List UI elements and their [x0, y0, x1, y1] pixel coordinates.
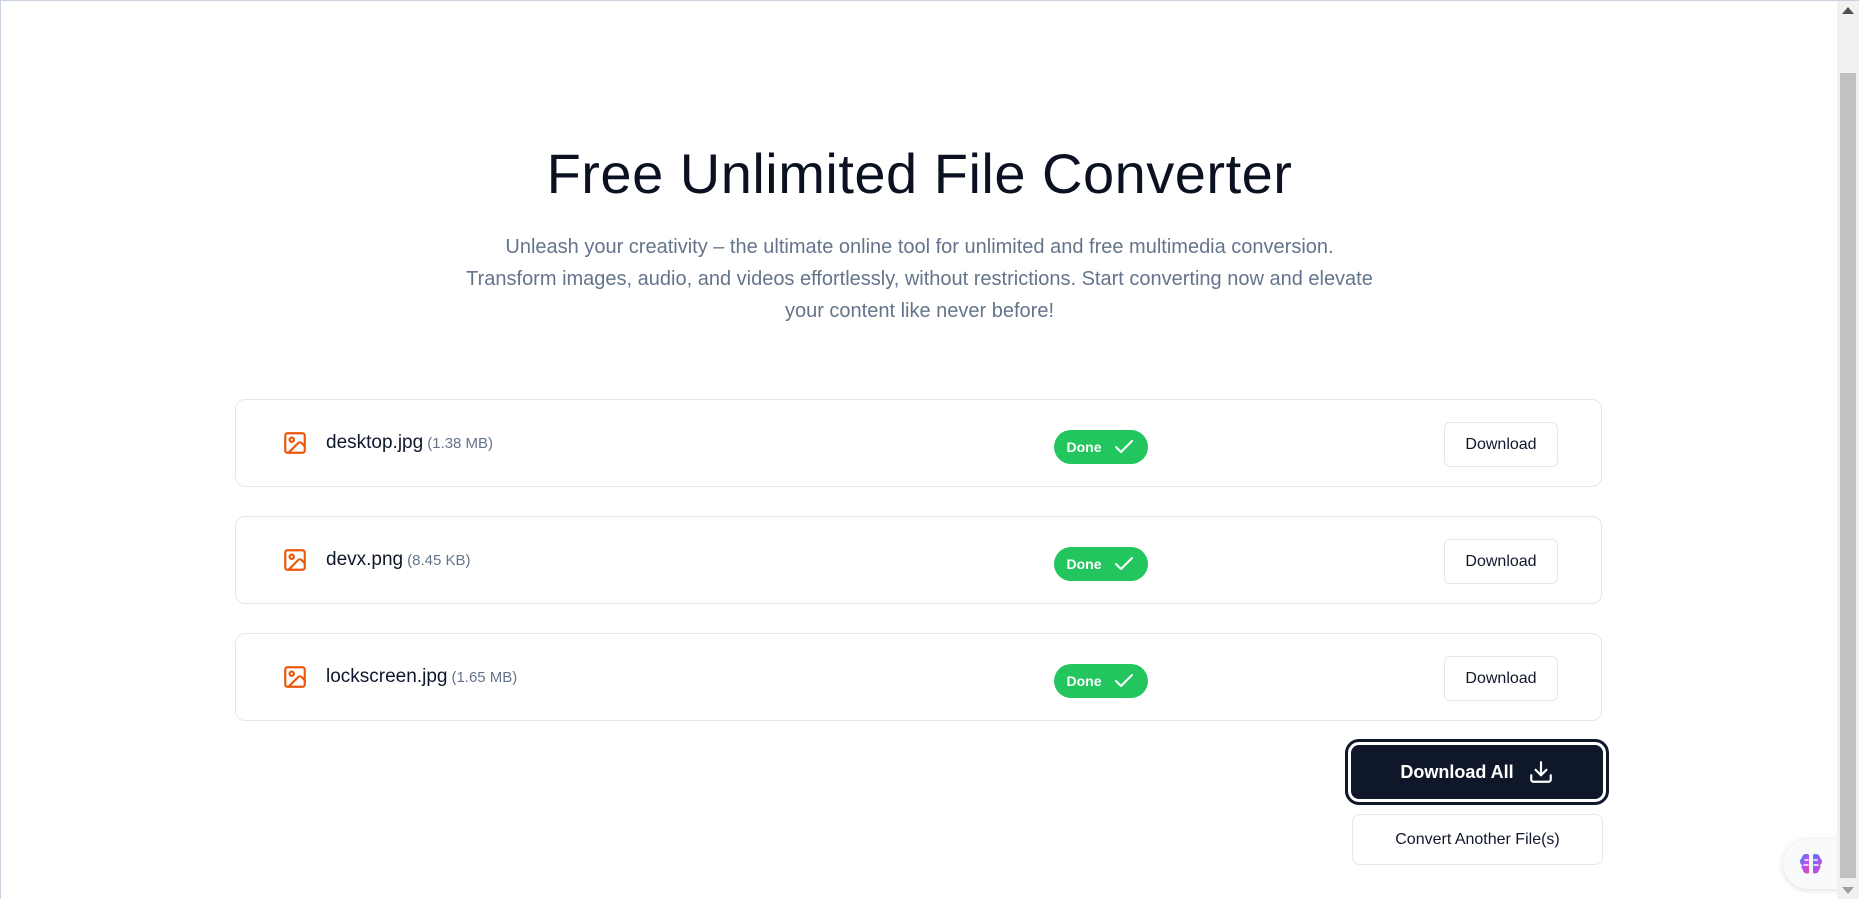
status-badge: Done	[1054, 664, 1148, 698]
assistant-button[interactable]	[1783, 839, 1839, 889]
page-title: Free Unlimited File Converter	[546, 142, 1293, 205]
download-all-button[interactable]: Download All	[1345, 739, 1609, 805]
scroll-down-arrow-icon[interactable]	[1842, 887, 1854, 894]
file-row: lockscreen.jpg (1.65 MB) Done Download	[235, 633, 1602, 721]
file-name-text: desktop.jpg	[326, 432, 424, 453]
download-all-label: Download All	[1400, 761, 1514, 782]
file-name: devx.png (8.45 KB)	[326, 549, 471, 571]
file-row: desktop.jpg (1.38 MB) Done Download	[235, 399, 1602, 487]
page-subtitle: Unleash your creativity – the ultimate o…	[466, 236, 1373, 322]
file-name: desktop.jpg (1.38 MB)	[326, 432, 493, 454]
vertical-scrollbar[interactable]	[1837, 1, 1859, 899]
image-file-icon	[282, 430, 308, 456]
download-button[interactable]: Download	[1444, 656, 1558, 701]
download-button[interactable]: Download	[1444, 539, 1558, 584]
checkmark-icon	[1114, 557, 1133, 570]
checkmark-icon	[1114, 440, 1133, 453]
checkmark-icon	[1114, 674, 1133, 687]
scrollbar-thumb[interactable]	[1840, 73, 1856, 878]
status-label: Done	[1066, 673, 1102, 689]
file-name-text: lockscreen.jpg	[326, 666, 448, 687]
file-name: lockscreen.jpg (1.65 MB)	[326, 666, 517, 688]
file-name-text: devx.png	[326, 549, 404, 570]
download-icon	[1529, 761, 1552, 783]
status-label: Done	[1066, 439, 1102, 455]
status-badge: Done	[1054, 430, 1148, 464]
image-file-icon	[282, 664, 308, 690]
brain-icon	[1799, 853, 1823, 874]
convert-another-button[interactable]: Convert Another File(s)	[1352, 814, 1603, 865]
file-row: devx.png (8.45 KB) Done Download	[235, 516, 1602, 604]
file-size: (1.38 MB)	[427, 435, 494, 452]
image-file-icon	[282, 547, 308, 573]
file-size: (8.45 KB)	[407, 552, 471, 569]
page: Free Unlimited File Converter Unleash yo…	[0, 0, 1859, 899]
download-button[interactable]: Download	[1444, 422, 1558, 467]
scroll-up-arrow-icon[interactable]	[1842, 7, 1854, 14]
status-badge: Done	[1054, 547, 1148, 581]
file-size: (1.65 MB)	[451, 669, 518, 686]
status-label: Done	[1066, 556, 1102, 572]
